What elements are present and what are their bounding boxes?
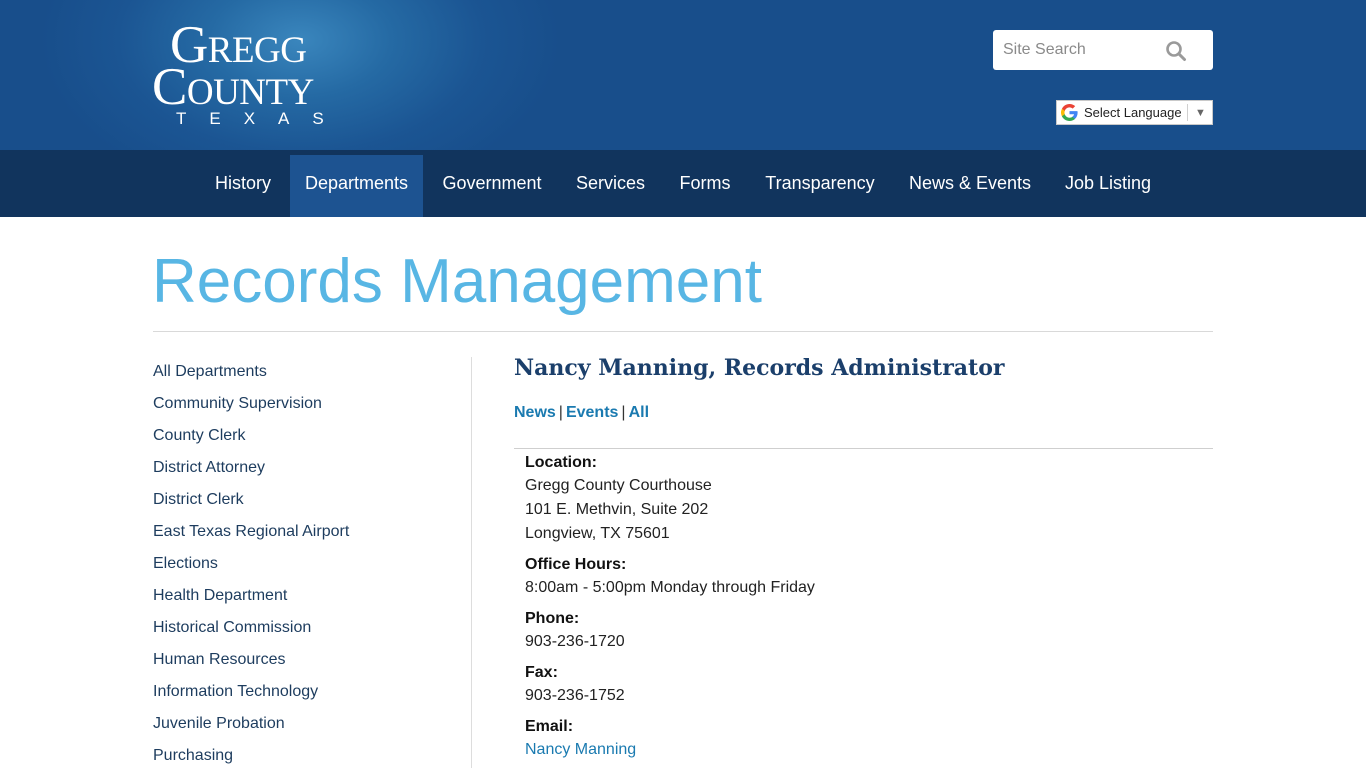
gregg-county-logo[interactable]: Gregg County TEXAS (152, 19, 382, 134)
phone-value: 903-236-1720 (525, 633, 625, 650)
sidebar-item-health-department[interactable]: Health Department (153, 585, 453, 617)
main-navigation: History Departments Government Services … (0, 150, 1366, 217)
filter-news-link[interactable]: News (514, 404, 556, 421)
sidebar-item-human-resources[interactable]: Human Resources (153, 649, 453, 681)
sidebar-item-community-supervision[interactable]: Community Supervision (153, 393, 453, 425)
sidebar-item-county-clerk[interactable]: County Clerk (153, 425, 453, 457)
logo-line-texas: TEXAS (176, 109, 347, 128)
location-label: Location: (525, 454, 597, 471)
nav-transparency[interactable]: Transparency (750, 155, 890, 217)
filter-separator: | (621, 404, 626, 421)
nav-history[interactable]: History (200, 155, 286, 217)
sidebar-item-information-technology[interactable]: Information Technology (153, 681, 453, 713)
sidebar-divider (471, 357, 472, 768)
fax-value: 903-236-1752 (525, 687, 625, 704)
dropdown-arrow-icon: ▼ (1195, 107, 1206, 119)
title-divider (153, 331, 1213, 332)
sidebar-item-district-attorney[interactable]: District Attorney (153, 457, 453, 489)
sidebar-item-east-texas-regional-airport[interactable]: East Texas Regional Airport (153, 521, 453, 553)
email-label: Email: (525, 718, 574, 735)
department-sidebar: All Departments Community Supervision Co… (153, 361, 453, 777)
google-g-icon (1061, 104, 1078, 121)
sidebar-item-historical-commission[interactable]: Historical Commission (153, 617, 453, 649)
location-line-1: Gregg County Courthouse (525, 477, 712, 494)
sidebar-item-all-departments[interactable]: All Departments (153, 361, 453, 393)
location-line-2: 101 E. Methvin, Suite 202 (525, 501, 709, 518)
search-icon[interactable] (1165, 40, 1187, 62)
office-hours-value: 8:00am - 5:00pm Monday through Friday (525, 579, 815, 596)
email-link[interactable]: Nancy Manning (525, 741, 636, 758)
filter-separator: | (558, 404, 563, 421)
location-line-3: Longview, TX 75601 (525, 525, 670, 542)
contact-info: Location: Gregg County Courthouse 101 E.… (525, 452, 1205, 762)
site-search-box (993, 30, 1213, 70)
info-divider (514, 448, 1213, 449)
filter-events-link[interactable]: Events (566, 404, 618, 421)
sidebar-item-purchasing[interactable]: Purchasing (153, 745, 453, 777)
language-select[interactable]: Select Language ▼ (1056, 100, 1213, 125)
nav-news-events[interactable]: News & Events (895, 155, 1045, 217)
sidebar-item-juvenile-probation[interactable]: Juvenile Probation (153, 713, 453, 745)
email-value: Nancy Manning (525, 738, 1205, 762)
nav-forms[interactable]: Forms (665, 155, 745, 217)
language-divider (1187, 104, 1188, 121)
page-title: Records Management (152, 247, 762, 316)
filter-all-link[interactable]: All (629, 404, 649, 421)
site-header: Gregg County TEXAS Select Language ▼ (0, 0, 1366, 150)
sidebar-item-elections[interactable]: Elections (153, 553, 453, 585)
phone-label: Phone: (525, 610, 580, 627)
language-select-label: Select Language (1084, 105, 1182, 120)
staff-heading: Nancy Manning, Records Administrator (514, 355, 1005, 381)
office-hours-label: Office Hours: (525, 556, 627, 573)
site-search-input[interactable] (993, 30, 1163, 70)
logo-line-county: County (152, 58, 314, 116)
nav-services[interactable]: Services (561, 155, 660, 217)
nav-job-listing[interactable]: Job Listing (1050, 155, 1166, 217)
nav-departments[interactable]: Departments (290, 155, 423, 217)
sidebar-item-district-clerk[interactable]: District Clerk (153, 489, 453, 521)
fax-label: Fax: (525, 664, 558, 681)
content-filter-links: News | Events | All (514, 402, 649, 424)
nav-government[interactable]: Government (428, 155, 556, 217)
